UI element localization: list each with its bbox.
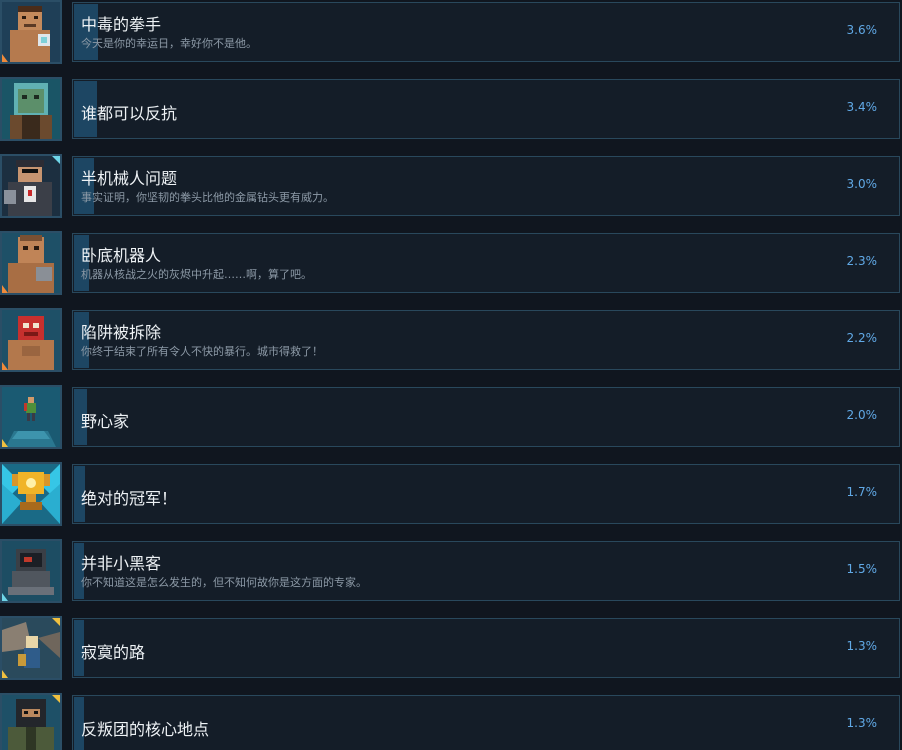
achievement-row: 中毒的拳手今天是你的幸运日，幸好你不是他。 3.6%	[0, 0, 902, 64]
achievement-card: 并非小黑客你不知道这是怎么发生的，但不知何故你是这方面的专家。 1.5%	[72, 541, 900, 601]
unlock-percentage: 3.0%	[846, 177, 878, 191]
achievement-card: 反叛团的核心地点 1.3%	[72, 695, 900, 750]
achievement-card: 绝对的冠军！ 1.7%	[72, 464, 900, 524]
achievement-card: 野心家 2.0%	[72, 387, 900, 447]
unlock-percentage: 3.6%	[846, 23, 878, 37]
achievement-title: 中毒的拳手	[81, 15, 162, 34]
achievement-card: 卧底机器人机器从核战之火的灰烬中升起……啊，算了吧。 2.3%	[72, 233, 900, 293]
unlock-percentage: 2.0%	[846, 408, 878, 422]
unlock-percentage: 1.7%	[846, 485, 878, 499]
achievement-row: 半机械人问题事实证明，你坚韧的拳头比他的金属钻头更有威力。 3.0%	[0, 154, 902, 218]
unlock-percentage: 1.5%	[846, 562, 878, 576]
tiny-figure-platform-icon	[0, 385, 62, 449]
hooded-rebel-icon	[0, 693, 62, 750]
unlock-percentage: 3.4%	[846, 100, 878, 114]
achievement-card: 陷阱被拆除你终于结束了所有令人不快的暴行。城市得救了！ 2.2%	[72, 310, 900, 370]
achievement-row: 谁都可以反抗 3.4%	[0, 77, 902, 141]
achievement-card: 寂寞的路 1.3%	[72, 618, 900, 678]
achievement-title: 半机械人问题	[81, 169, 178, 188]
unlock-percentage: 2.3%	[846, 254, 878, 268]
achievement-title: 绝对的冠军！	[81, 489, 178, 508]
achievement-row: 陷阱被拆除你终于结束了所有令人不快的暴行。城市得救了！ 2.2%	[0, 308, 902, 372]
achievement-description: 你不知道这是怎么发生的，但不知何故你是这方面的专家。	[81, 576, 367, 589]
achievement-title: 反叛团的核心地点	[81, 720, 210, 739]
achievement-row: 反叛团的核心地点 1.3%	[0, 693, 902, 750]
achievement-title: 谁都可以反抗	[81, 104, 178, 123]
computer-terminal-icon	[0, 539, 62, 603]
unlock-percentage: 2.2%	[846, 331, 878, 345]
achievement-card: 谁都可以反抗 3.4%	[72, 79, 900, 139]
achievement-list: 中毒的拳手今天是你的幸运日，幸好你不是他。 3.6% 谁都可以反抗 3.4% 半机械…	[0, 0, 902, 750]
achievement-row: 寂寞的路 1.3%	[0, 616, 902, 680]
cyborg-icon	[0, 154, 62, 218]
achievement-card: 中毒的拳手今天是你的幸运日，幸好你不是他。 3.6%	[72, 2, 900, 62]
achievement-description: 今天是你的幸运日，幸好你不是他。	[81, 37, 257, 50]
masked-wrestler-icon	[0, 308, 62, 372]
undercover-robot-icon	[0, 231, 62, 295]
poisoned-boxer-icon	[0, 0, 62, 64]
achievement-row: 野心家 2.0%	[0, 385, 902, 449]
achievement-title: 卧底机器人	[81, 246, 162, 265]
achievement-title: 并非小黑客	[81, 554, 162, 573]
achievement-title: 寂寞的路	[81, 643, 146, 662]
achievement-row: 并非小黑客你不知道这是怎么发生的，但不知何故你是这方面的专家。 1.5%	[0, 539, 902, 603]
lonely-road-wanderer-icon	[0, 616, 62, 680]
achievement-description: 事实证明，你坚韧的拳头比他的金属钻头更有威力。	[81, 191, 334, 204]
unlock-percentage: 1.3%	[846, 639, 878, 653]
jar-head-zombie-icon	[0, 77, 62, 141]
achievement-title: 陷阱被拆除	[81, 323, 162, 342]
golden-trophy-icon	[0, 462, 62, 526]
achievement-description: 机器从核战之火的灰烬中升起……啊，算了吧。	[81, 268, 312, 281]
achievement-title: 野心家	[81, 412, 130, 431]
unlock-percentage: 1.3%	[846, 716, 878, 730]
achievement-card: 半机械人问题事实证明，你坚韧的拳头比他的金属钻头更有威力。 3.0%	[72, 156, 900, 216]
achievement-row: 绝对的冠军！ 1.7%	[0, 462, 902, 526]
achievement-description: 你终于结束了所有令人不快的暴行。城市得救了！	[81, 345, 323, 358]
achievement-row: 卧底机器人机器从核战之火的灰烬中升起……啊，算了吧。 2.3%	[0, 231, 902, 295]
